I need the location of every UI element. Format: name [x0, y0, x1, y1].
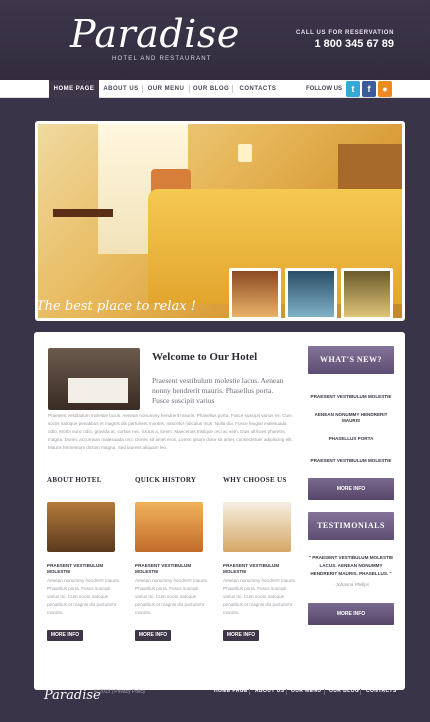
testimonial-quote: " PRAESENT VESTIBULUM MOLESTIE LACUS. AE…: [308, 555, 394, 576]
footer-nav-home[interactable]: HOME PAGE: [214, 688, 248, 694]
site-header: Paradise HOTEL AND RESTAURANT CALL US FO…: [0, 0, 430, 80]
testimonials-heading: TESTIMONIALS: [308, 512, 394, 540]
breakfast-image: [223, 502, 291, 552]
news-more-button[interactable]: MORE INFO: [308, 478, 394, 500]
news-item[interactable]: PRAESENT VESTIBULUM MOLESTIE: [308, 458, 394, 464]
footer-nav-contacts[interactable]: CONTACTS: [366, 688, 397, 694]
footer-divider: [324, 689, 325, 695]
nav-about[interactable]: ABOUT US: [100, 80, 142, 98]
footer-nav-menu[interactable]: OUR MENU: [291, 688, 321, 694]
main-content: Welcome to Our Hotel Praesent vestibulum…: [34, 332, 405, 690]
testimonial-author: - Johanna Phillips: [332, 582, 370, 587]
nav-menu[interactable]: OUR MENU: [143, 80, 189, 98]
welcome-title: Welcome to Our Hotel: [152, 351, 258, 363]
sidebar: WHAT'S NEW? PRAESENT VESTIBULUM MOLESTIE…: [308, 346, 394, 625]
news-item[interactable]: PRAESENT VESTIBULUM MOLESTIE: [308, 394, 394, 400]
column-title: ABOUT HOTEL: [47, 476, 102, 484]
hero-tagline: The best place to relax !: [36, 299, 196, 314]
welcome-image: [48, 348, 140, 410]
column-subtitle: PRAESENT VESTIBULUM MOLESTIE: [223, 563, 280, 574]
column-text: Aenean nonummy hendrerit mauris. Phasell…: [223, 578, 297, 615]
column-text: Aenean nonummy hendrerit mauris. Phasell…: [135, 578, 209, 615]
welcome-bed: [68, 378, 128, 403]
footer-copyright: © 2013 | Privacy Policy: [94, 689, 146, 695]
more-info-button[interactable]: MORE INFO: [223, 630, 259, 641]
logo-subtitle: HOTEL AND RESTAURANT: [112, 56, 212, 62]
column-text: Aenean nonummy hendrerit mauris. Phasell…: [47, 578, 121, 615]
more-info-button[interactable]: MORE INFO: [135, 630, 171, 641]
footer-divider: [249, 689, 250, 695]
footer-divider: [286, 689, 287, 695]
reception-image: [47, 502, 115, 552]
slider-thumb[interactable]: [285, 268, 337, 320]
column-about: ABOUT HOTEL PRAESENT VESTIBULUM MOLESTIE…: [47, 476, 123, 617]
whats-new-heading: WHAT'S NEW?: [308, 346, 394, 374]
testimonials-more-button[interactable]: MORE INFO: [308, 603, 394, 625]
footer-logo[interactable]: Paradise: [44, 688, 101, 703]
news-item[interactable]: PHASELLUS PORTA: [308, 436, 394, 442]
column-subtitle: PRAESENT VESTIBULUM MOLESTIE: [47, 563, 104, 574]
slider-thumb[interactable]: [341, 268, 393, 320]
footer-divider: [360, 689, 361, 695]
column-subtitle: PRAESENT VESTIBULUM MOLESTIE: [135, 563, 192, 574]
nav-home[interactable]: HOME PAGE: [49, 80, 99, 98]
welcome-lead: Praesent vestibulum molestie lacus. Aene…: [152, 376, 284, 405]
column-why: WHY CHOOSE US PRAESENT VESTIBULUM MOLEST…: [223, 476, 299, 617]
curtains-image: [135, 502, 203, 552]
facebook-icon[interactable]: f: [362, 81, 376, 97]
twitter-icon[interactable]: t: [346, 81, 360, 97]
main-nav: HOME PAGE ABOUT US OUR MENU OUR BLOG CON…: [0, 80, 430, 98]
slider-thumb[interactable]: [229, 268, 281, 320]
column-history: QUICK HISTORY PRAESENT VESTIBULUM MOLEST…: [135, 476, 211, 617]
footer-nav-about[interactable]: ABOUT US: [255, 688, 284, 694]
footer-nav-blog[interactable]: OUR BLOG: [329, 688, 359, 694]
slide-lamp: [238, 144, 252, 162]
slide-table: [53, 209, 113, 217]
nav-contacts[interactable]: CONTACTS: [233, 80, 283, 98]
rss-icon[interactable]: ●: [378, 81, 392, 97]
more-info-button[interactable]: MORE INFO: [47, 630, 83, 641]
welcome-body: Praesent vestibulum molestie lacus. Aene…: [48, 413, 293, 450]
column-title: QUICK HISTORY: [135, 476, 197, 484]
site-footer: Paradise © 2013 | Privacy Policy HOME PA…: [0, 688, 430, 722]
follow-label: FOLLOW US: [306, 86, 342, 92]
site-logo[interactable]: Paradise: [70, 12, 240, 56]
column-title: WHY CHOOSE US: [223, 476, 287, 484]
phone-number: 1 800 345 67 89: [314, 38, 394, 50]
reservation-label: CALL US FOR RESERVATION: [295, 30, 394, 36]
nav-blog[interactable]: OUR BLOG: [190, 80, 232, 98]
news-item[interactable]: AENEAN NONUMMY HENDRERIT MAURIS: [308, 412, 394, 424]
